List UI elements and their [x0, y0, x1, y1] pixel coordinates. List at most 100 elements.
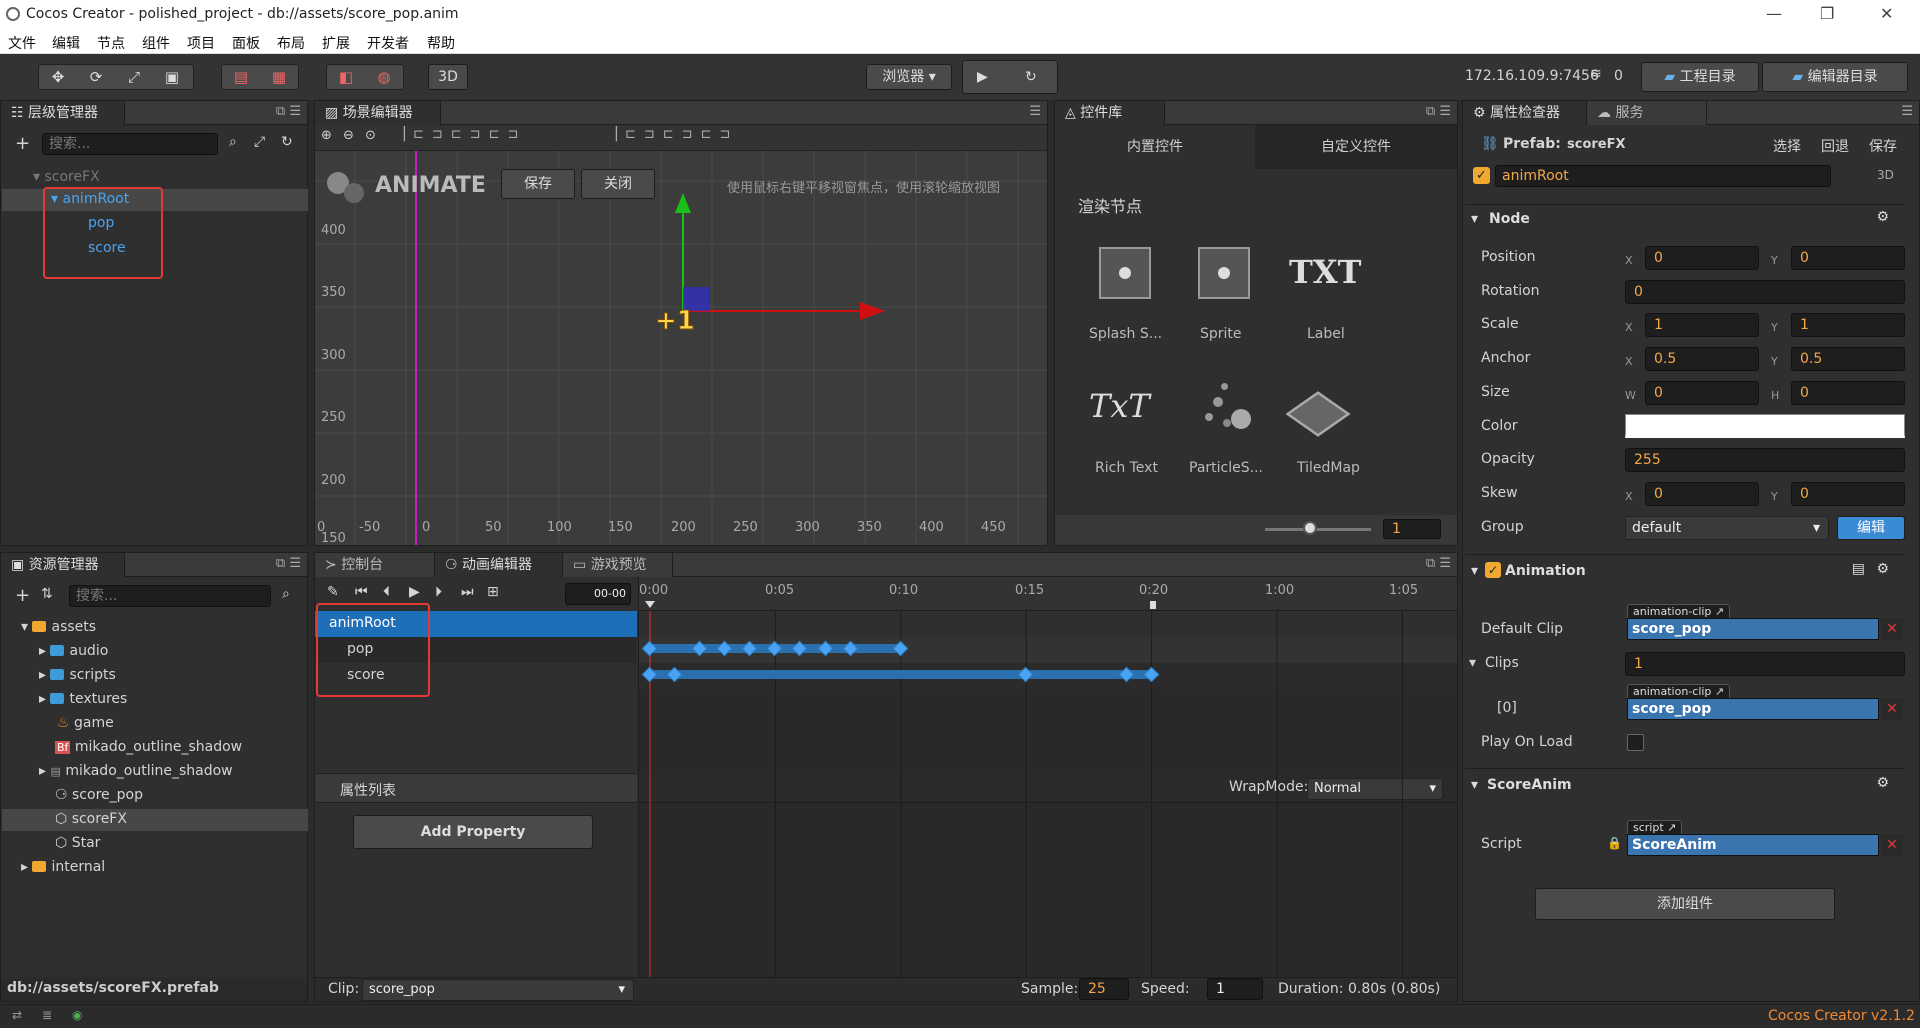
- move-tool-icon[interactable]: ✥: [39, 65, 77, 89]
- search-icon[interactable]: ⌕: [229, 134, 237, 150]
- menu-developer[interactable]: 开发者: [367, 33, 409, 53]
- zoom-in-icon[interactable]: ⊕: [321, 128, 332, 143]
- skew-x-input[interactable]: 0: [1645, 482, 1759, 506]
- sample-input[interactable]: 25: [1079, 978, 1129, 1000]
- scoreanim-section-header[interactable]: ▾ ScoreAnim ⚙: [1465, 768, 1905, 793]
- panel-menu-icon[interactable]: ⧉ ☰: [276, 556, 301, 571]
- panel-menu-icon[interactable]: ⧉ ☰: [1426, 556, 1451, 571]
- database-icon[interactable]: ≣: [42, 1008, 52, 1022]
- anchor-y-input[interactable]: 0.5: [1791, 347, 1905, 371]
- search-icon[interactable]: ⌕: [282, 586, 290, 602]
- asset-star[interactable]: ⬡ Star: [55, 835, 100, 851]
- close-icon[interactable]: ✕: [1880, 4, 1893, 23]
- menu-edit[interactable]: 编辑: [52, 33, 80, 53]
- prev-frame-icon[interactable]: ⏴: [383, 584, 390, 600]
- expand-icon[interactable]: ⤢: [254, 134, 265, 150]
- menu-panel[interactable]: 面板: [232, 33, 260, 53]
- asset-audio[interactable]: ▸ audio: [39, 643, 108, 659]
- position-x-input[interactable]: 0: [1645, 246, 1759, 270]
- asset-bmfont[interactable]: Bf mikado_outline_shadow: [55, 739, 242, 755]
- refresh-icon[interactable]: ↻: [1025, 61, 1037, 93]
- snap-icon[interactable]: ◧: [327, 65, 365, 89]
- node-active-checkbox[interactable]: ✓: [1473, 167, 1490, 184]
- editor-dir-button[interactable]: ▰ 编辑器目录: [1762, 62, 1908, 92]
- asset-texture[interactable]: ▸ ▤ mikado_outline_shadow: [39, 763, 233, 779]
- tab-services[interactable]: ☁ 服务: [1587, 101, 1707, 125]
- play-icon[interactable]: ▶: [409, 584, 420, 600]
- keyframe-score[interactable]: [1143, 666, 1159, 683]
- label-icon[interactable]: TXT: [1289, 253, 1361, 291]
- restore-icon[interactable]: ❐: [1820, 4, 1834, 23]
- tiled-map-icon[interactable]: [1285, 391, 1351, 437]
- keyframe-score[interactable]: [1017, 666, 1034, 683]
- timeline-ruler[interactable]: 0:00 0:05 0:10 0:15 0:20 1:00 1:05: [639, 577, 1457, 611]
- keyframe-pop[interactable]: [641, 640, 658, 657]
- menu-component[interactable]: 组件: [142, 33, 170, 53]
- menu-project[interactable]: 项目: [187, 33, 215, 53]
- asset-game[interactable]: ♨ game: [57, 715, 114, 731]
- anchor-x-input[interactable]: 0.5: [1645, 347, 1759, 371]
- refresh-icon[interactable]: ↻: [281, 134, 293, 150]
- current-time-input[interactable]: 00-00: [565, 583, 631, 605]
- keyframe-pop[interactable]: [792, 640, 808, 657]
- chevron-down-icon[interactable]: ▾: [1469, 655, 1476, 671]
- asset-textures[interactable]: ▸ textures: [39, 691, 127, 707]
- sync-icon[interactable]: ⇄: [12, 1008, 22, 1022]
- keyframe-score[interactable]: [666, 666, 683, 683]
- asset-scripts[interactable]: ▸ scripts: [39, 667, 116, 683]
- rotate-tool-icon[interactable]: ⟳: [77, 65, 115, 89]
- default-clip-field[interactable]: score_pop: [1627, 618, 1879, 640]
- add-asset-icon[interactable]: +: [15, 585, 30, 606]
- playhead-icon[interactable]: [645, 601, 655, 608]
- tab-builtin[interactable]: 内置控件: [1055, 125, 1255, 169]
- anim-close-button[interactable]: 关闭: [581, 169, 655, 199]
- clip-select[interactable]: score_pop ▾: [362, 979, 634, 1001]
- keyframe-pop[interactable]: [842, 640, 858, 657]
- node-name-input[interactable]: animRoot: [1495, 165, 1831, 187]
- tab-assets[interactable]: ▣ 资源管理器: [1, 553, 125, 577]
- splash-sprite-icon[interactable]: [1099, 247, 1151, 299]
- tab-console[interactable]: ≻ 控制台: [315, 553, 435, 577]
- rect-tool-icon[interactable]: ▣: [153, 65, 191, 89]
- gear-icon[interactable]: ⚙: [1876, 209, 1889, 225]
- external-link-icon[interactable]: ↗: [1715, 605, 1724, 618]
- assets-search-input[interactable]: 搜索...: [69, 585, 271, 607]
- color-swatch[interactable]: [1625, 414, 1905, 438]
- gear-icon[interactable]: ⚙: [1876, 775, 1889, 791]
- clear-clip-icon[interactable]: ✕: [1881, 698, 1903, 720]
- browser-select[interactable]: 浏览器 ▾: [866, 64, 952, 90]
- asset-scorefx[interactable]: ⬡ scoreFX: [55, 811, 127, 827]
- tab-scene[interactable]: ▨ 场景编辑器: [315, 101, 441, 125]
- keyframe-pop[interactable]: [691, 640, 708, 657]
- script-field[interactable]: ScoreAnim: [1627, 834, 1879, 856]
- menu-help[interactable]: 帮助: [427, 33, 455, 53]
- distribute-tools-icon[interactable]: ▕⊏⊐⊏⊐⊏⊐: [607, 127, 738, 142]
- opacity-input[interactable]: 255: [1625, 448, 1905, 472]
- clear-script-icon[interactable]: ✕: [1881, 834, 1903, 856]
- sort-icon[interactable]: ⇅: [41, 586, 53, 602]
- play-on-load-checkbox[interactable]: [1627, 734, 1644, 751]
- zoom-input[interactable]: 1: [1383, 519, 1441, 539]
- panel-menu-icon[interactable]: ☰: [1901, 104, 1913, 119]
- add-event-icon[interactable]: ⊞: [487, 584, 499, 600]
- local-icon[interactable]: ▦: [260, 65, 298, 89]
- tree-item-scorefx[interactable]: ▾ scoreFX: [33, 169, 100, 185]
- group-select[interactable]: default ▾: [1625, 516, 1829, 540]
- anim-save-button[interactable]: 保存: [501, 169, 575, 199]
- keyframe-pop[interactable]: [767, 640, 783, 657]
- prefab-revert-button[interactable]: 回退: [1821, 136, 1849, 156]
- grid-icon[interactable]: ◍: [365, 65, 403, 89]
- keyframe-score[interactable]: [641, 666, 658, 683]
- group-edit-button[interactable]: 编辑: [1837, 516, 1905, 540]
- add-component-button[interactable]: 添加组件: [1535, 888, 1835, 920]
- asset-internal[interactable]: ▸ internal: [21, 859, 105, 875]
- add-property-button[interactable]: Add Property: [353, 815, 593, 849]
- panel-menu-icon[interactable]: ⧉ ☰: [1426, 104, 1451, 119]
- mode-3d-button[interactable]: 3D: [428, 64, 468, 90]
- prefab-select-button[interactable]: 选择: [1773, 136, 1801, 156]
- menu-layout[interactable]: 布局: [277, 33, 305, 53]
- external-link-icon[interactable]: ↗: [1715, 685, 1724, 698]
- keyframe-score[interactable]: [1118, 666, 1134, 683]
- next-frame-icon[interactable]: ⏵: [435, 584, 442, 600]
- end-marker-icon[interactable]: [1150, 601, 1156, 609]
